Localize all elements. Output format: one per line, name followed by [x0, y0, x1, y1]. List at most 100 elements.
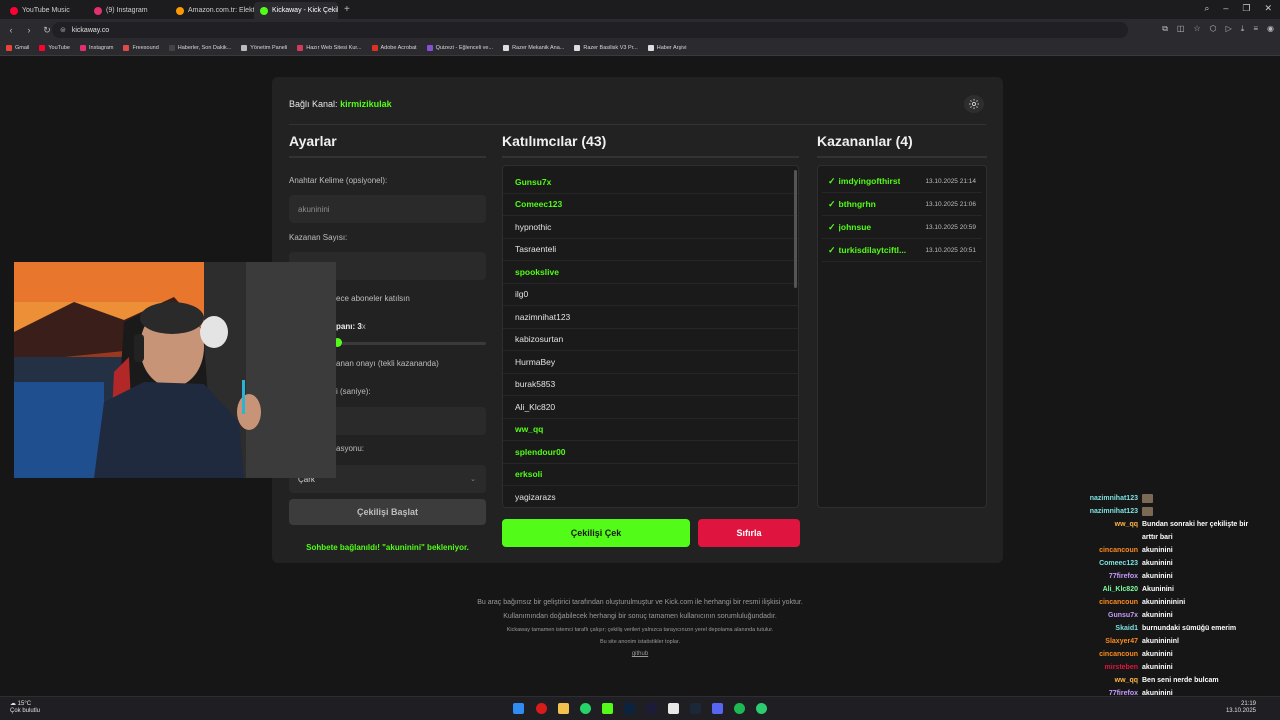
participants-scrollbar[interactable]	[794, 170, 797, 288]
chat-username: ww_qq	[1114, 677, 1138, 684]
weather-temp: 15°C	[17, 701, 32, 707]
minimize-icon[interactable]: –	[1223, 3, 1228, 14]
channel-label: Bağlı Kanal:	[289, 99, 338, 109]
chat-message: ww_qq Bundan sonraki her çekilişte bir	[1060, 518, 1275, 531]
start-giveaway-button[interactable]: Çekilişi Başlat	[289, 499, 486, 525]
chat-username: Slaxyer47	[1105, 638, 1138, 645]
close-icon[interactable]: ✕	[1264, 3, 1272, 14]
winner-count-label: Kazanan Sayısı:	[289, 233, 348, 242]
participant-row: burak5853	[503, 374, 798, 396]
chat-username: cincancoun	[1099, 651, 1138, 658]
participants-list[interactable]: Gunsu7x Comeec123 hypnothic Tasraenteli spoo…	[502, 165, 799, 508]
new-tab-button[interactable]: +	[338, 4, 356, 15]
webcam-feed-image	[14, 262, 336, 478]
screenshot-icon[interactable]: ◫	[1177, 24, 1185, 34]
tab-label: Kickaway - Kick Çekiliş Ar	[272, 7, 338, 14]
keyword-input[interactable]: akuninini	[289, 195, 486, 223]
downloads-icon[interactable]: ⤓	[1241, 24, 1245, 34]
reset-button[interactable]: Sıfırla	[698, 519, 800, 547]
whatsapp-icon[interactable]	[580, 703, 591, 714]
bookmark-item[interactable]: Gmail	[6, 45, 29, 51]
chat-text: Bundan sonraki her çekilişte bir	[1142, 521, 1249, 528]
bookmark-favicon-icon	[123, 45, 130, 51]
address-bar-row: ‹ › ↻ ⊜ kickaway.co ⧉ ◫ ☆ ⬡ ▷ ⤓ ≡ ◉	[0, 19, 1280, 41]
site-info-icon[interactable]: ⊜	[60, 26, 66, 34]
play-icon[interactable]: ▷	[1226, 24, 1232, 34]
bookmark-favicon-icon	[371, 45, 378, 51]
discord-icon[interactable]	[712, 703, 723, 714]
multiplier-slider-track[interactable]	[336, 342, 486, 345]
chat-message: nazimnihat123	[1060, 492, 1275, 505]
browser-tab[interactable]: Kickaway - Kick Çekiliş Ar	[254, 2, 338, 19]
kick-icon[interactable]	[602, 703, 613, 714]
xbox-icon[interactable]	[756, 703, 767, 714]
steam-icon[interactable]	[690, 703, 701, 714]
back-icon[interactable]: ‹	[4, 25, 18, 35]
approval-label: anan onayı (tekli kazananda)	[336, 359, 439, 368]
photoshop-icon[interactable]	[624, 703, 635, 714]
extensions-icon[interactable]: ⬡	[1210, 24, 1217, 34]
bookmark-item[interactable]: Adobe Acrobat	[371, 45, 417, 51]
bookmark-item[interactable]: Haberler, Son Dakik...	[168, 45, 231, 51]
winner-time: 13.10.2025 20:59	[925, 223, 976, 231]
browser-tab[interactable]: Amazon.com.tr: Elektronik	[170, 2, 254, 19]
participant-row: HurmaBey	[503, 351, 798, 374]
maximize-icon[interactable]: ❐	[1242, 3, 1250, 14]
start-icon[interactable]	[513, 703, 524, 714]
winner-row: ✓ johnsue 13.10.2025 20:59	[822, 216, 982, 239]
participant-row: spookslive	[503, 261, 798, 284]
tab-label: (9) Instagram	[106, 7, 148, 14]
chat-text: akuninini	[1142, 573, 1173, 580]
profile-icon[interactable]: ◉	[1267, 24, 1274, 34]
participant-row: kabizosurtan	[503, 329, 798, 351]
spotify-icon[interactable]	[734, 703, 745, 714]
opera-icon[interactable]	[536, 703, 547, 714]
bookmark-item[interactable]: Quizezi - Eğlenceli ve...	[426, 45, 493, 51]
bookmark-item[interactable]: Yönetim Paneli	[241, 45, 287, 51]
winner-name-group: ✓ turkisdilaytciftl...	[828, 245, 906, 256]
system-clock[interactable]: 21:19 13.10.2025	[1226, 701, 1256, 715]
bookmark-label: Razer Basilisk V3 Pr...	[583, 45, 638, 51]
winner-name: johnsue	[838, 222, 872, 232]
tab-favicon-icon	[176, 6, 184, 15]
bookmark-icon[interactable]: ☆	[1193, 24, 1200, 34]
settings-title: Ayarlar	[289, 133, 337, 149]
bookmark-item[interactable]: Instagram	[80, 45, 113, 51]
bookmark-favicon-icon	[647, 45, 654, 51]
forward-icon[interactable]: ›	[22, 25, 36, 35]
audition-icon[interactable]	[646, 703, 657, 714]
tab-favicon-icon	[10, 6, 18, 15]
weather-widget[interactable]: ☁ 15°C Çok bulutlu	[10, 701, 40, 715]
participant-row: hypnothic	[503, 216, 798, 239]
bookmark-label: Instagram	[89, 45, 114, 51]
check-icon: ✓	[828, 221, 836, 232]
chat-message: Ali_Klc820 Akuninini	[1060, 583, 1275, 596]
bookmark-favicon-icon	[297, 45, 304, 51]
app-icon[interactable]	[668, 703, 679, 714]
bookmark-favicon-icon	[503, 45, 510, 51]
bookmark-item[interactable]: YouTube	[39, 45, 70, 51]
bookmark-item[interactable]: Freesound	[123, 45, 159, 51]
chat-username: nazimnihat123	[1089, 508, 1138, 515]
draw-button[interactable]: Çekilişi Çek	[502, 519, 690, 547]
chat-text: akuninini	[1142, 664, 1173, 671]
settings-button[interactable]	[964, 95, 984, 113]
url-input[interactable]: ⊜ kickaway.co	[52, 22, 1128, 38]
chat-text: Akuninini	[1142, 586, 1174, 593]
webcam-overlay	[14, 262, 336, 478]
install-icon[interactable]: ⧉	[1162, 24, 1168, 34]
weather-desc: Çok bulutlu	[10, 708, 41, 714]
bookmark-item[interactable]: Hazır Web Sitesi Kur...	[297, 45, 362, 51]
bookmark-item[interactable]: Razer Basilisk V3 Pr...	[574, 45, 638, 51]
browser-tab[interactable]: (9) Instagram	[88, 2, 170, 19]
menu-icon[interactable]: ≡	[1253, 24, 1258, 34]
search-tabs-icon[interactable]: ⌕	[1204, 3, 1209, 14]
winners-title: Kazananlar (4)	[817, 133, 913, 149]
bookmark-item[interactable]: Razer Mekanik Ana...	[503, 45, 564, 51]
chat-username: nazimnihat123	[1089, 495, 1138, 502]
folder-icon[interactable]	[558, 703, 569, 714]
browser-tab[interactable]: YouTube Music	[4, 2, 88, 19]
chat-text: arttır bari	[1142, 534, 1173, 541]
chat-username: 77firefox	[1108, 573, 1138, 580]
bookmark-item[interactable]: Haber Arşivi	[647, 45, 686, 51]
